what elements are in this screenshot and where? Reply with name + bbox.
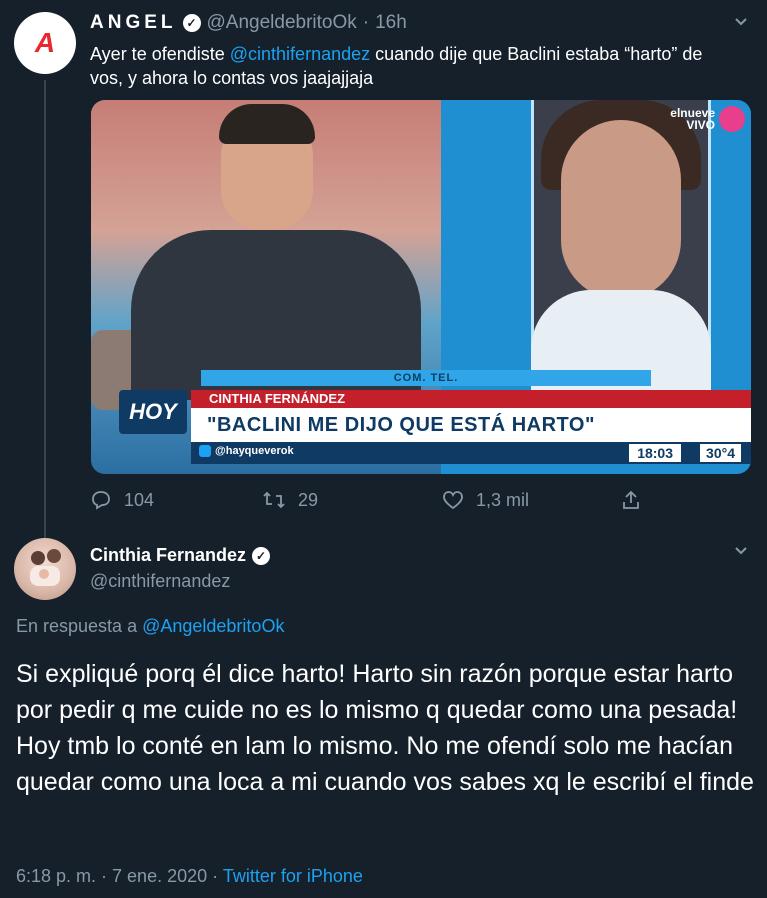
tweet-text-part: Ayer te ofendiste [90,44,230,64]
show-twitter-handle: @hayqueverok [199,445,294,457]
avatar[interactable]: A [14,12,76,74]
channel-logo: elnueve VIVO [670,106,745,132]
show-handle-text: @hayqueverok [215,445,294,457]
tweet-header: ANGEL ✓ @AngeldebritoOk · 16h [90,12,407,34]
profile-photo-icon [30,549,61,586]
tweet-metadata: 6:18 p. m. · 7 ene. 2020 · Twitter for i… [16,866,363,887]
reply-to-link[interactable]: @AngeldebritoOk [142,616,284,636]
source-link[interactable]: Twitter for iPhone [223,866,363,886]
chevron-down-icon[interactable] [733,543,749,559]
author-name-row: Cinthia Fernandez ✓ [90,545,271,566]
separator: · [362,12,370,33]
timestamp[interactable]: 16h [375,12,407,34]
bottom-ticker: @hayqueverok 18:03 30°4 [191,442,751,464]
tweet-media-image[interactable]: elnueve VIVO COM. TEL. HOY CINTHIA FERNÁN… [91,100,751,474]
com-tel-banner: COM. TEL. [201,370,651,386]
tweet-timestamp[interactable]: 6:18 p. m. · 7 ene. 2020 [16,866,207,886]
thread-connector-line [44,80,46,550]
host-hair [219,104,315,144]
separator: · [207,866,223,886]
tweet-text: Ayer te ofendiste @cinthifernandez cuand… [90,42,730,90]
verified-badge-icon: ✓ [182,14,201,32]
handle[interactable]: @AngeldebritoOk [207,12,357,34]
lower-third-quote: "BACLINI ME DIJO QUE ESTÁ HARTO" [191,408,751,442]
avatar[interactable] [14,538,76,600]
caller-head [561,120,681,300]
tweet-actions: 104 29 1,3 mil [90,486,650,514]
reply-icon [92,491,110,510]
display-name[interactable]: ANGEL [90,12,177,34]
share-button[interactable] [620,489,642,511]
reply-count: 104 [124,489,155,510]
display-name[interactable]: Cinthia Fernandez [90,545,246,566]
reply-prefix: En respuesta a [16,616,143,636]
broadcast-clock: 18:03 [629,444,681,462]
show-logo: HOY [119,390,187,434]
heart-icon [443,491,463,510]
retweet-button[interactable]: 29 [262,489,318,511]
retweet-count: 29 [298,489,319,510]
channel-status: VIVO [686,118,715,132]
reply-button[interactable]: 104 [90,489,154,511]
mention-link[interactable]: @cinthifernandez [230,44,370,64]
broadcast-temperature: 30°4 [700,444,741,462]
channel-logo-icon [719,106,745,132]
reply-context: En respuesta a @AngeldebritoOk [16,616,284,637]
lower-third-name: CINTHIA FERNÁNDEZ [191,390,751,408]
twitter-bird-icon [199,445,211,457]
avatar-letter: A [34,27,56,58]
retweet-icon [263,491,285,509]
like-button[interactable]: 1,3 mil [442,489,529,511]
verified-badge-icon: ✓ [252,546,271,565]
tweet-text: Si expliqué porq él dice harto! Harto si… [16,660,754,796]
handle[interactable]: @cinthifernandez [90,571,230,592]
chevron-down-icon[interactable] [733,14,749,30]
share-icon [623,490,639,509]
like-count: 1,3 mil [476,489,530,510]
